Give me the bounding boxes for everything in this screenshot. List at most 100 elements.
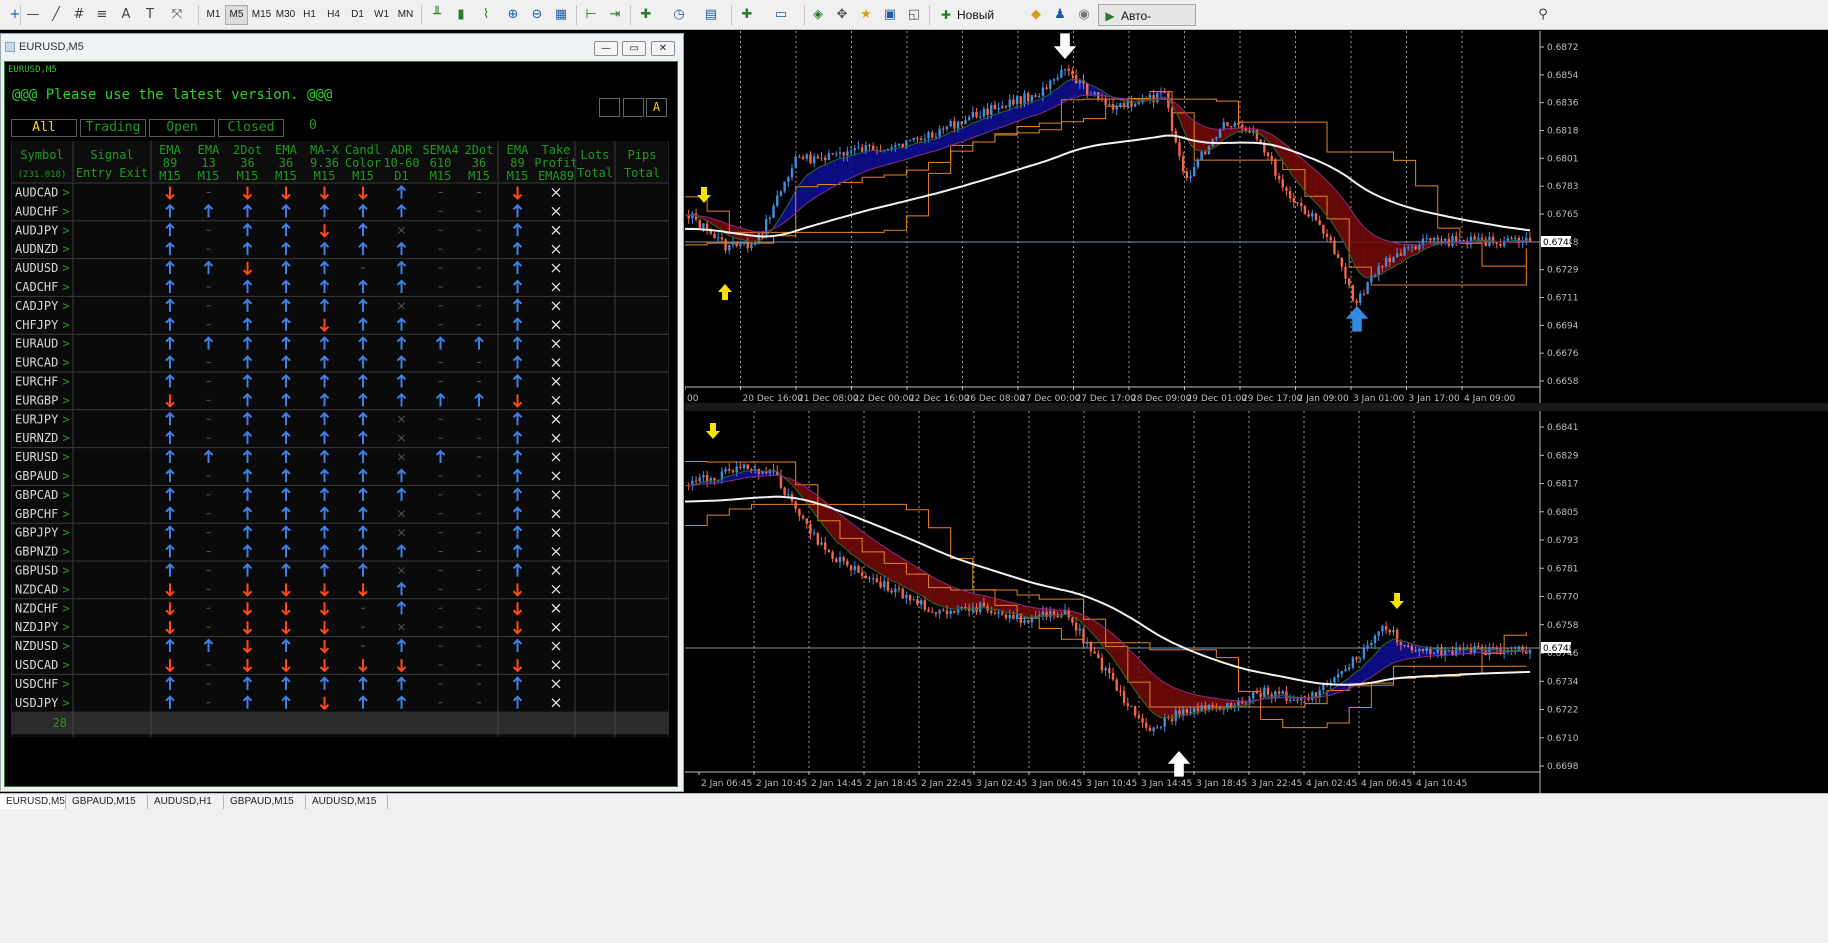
- close-x-icon[interactable]: [551, 641, 561, 651]
- close-x-icon[interactable]: [551, 244, 561, 254]
- close-x-icon[interactable]: [551, 528, 561, 538]
- timeframe-w1[interactable]: W1: [370, 5, 393, 25]
- zoom-in-icon[interactable]: ⊕: [504, 6, 522, 24]
- close-x-icon[interactable]: [551, 471, 561, 481]
- zoom-out-icon[interactable]: ⊖: [528, 6, 546, 24]
- metaeditor-icon[interactable]: ◆: [1027, 6, 1045, 24]
- timeframe-m1[interactable]: M1: [202, 5, 225, 25]
- new-chart-icon[interactable]: ✚: [738, 6, 756, 24]
- chart-top[interactable]: 0.6872 0.6854 0.6836 0.6818 0.6801 0.6783 0.67…: [684, 31, 1828, 409]
- close-x-icon[interactable]: [551, 206, 561, 216]
- line-chart-icon[interactable]: ⌇: [477, 6, 495, 24]
- close-x-icon[interactable]: [551, 358, 561, 368]
- terminal-icon[interactable]: ▣: [881, 6, 899, 24]
- search-icon[interactable]: ⚲: [1534, 6, 1552, 24]
- up-arrow-icon: [281, 374, 291, 388]
- navigator-icon[interactable]: ✥: [833, 6, 851, 24]
- chart-bottom[interactable]: 0.6841 0.6829 0.6817 0.6805 0.6793 0.6781 0.67…: [684, 411, 1828, 794]
- close-x-icon[interactable]: [551, 490, 561, 500]
- candle-body: [1288, 190, 1292, 199]
- new-order-button[interactable]: ✚ Новый ордер: [935, 4, 1027, 44]
- grid-icon[interactable]: #: [70, 6, 88, 24]
- candle-body: [827, 153, 831, 161]
- timeframe-h4[interactable]: H4: [322, 5, 345, 25]
- close-x-icon[interactable]: [551, 565, 561, 575]
- indicators-icon[interactable]: ✚: [637, 6, 655, 24]
- close-x-icon[interactable]: [551, 622, 561, 632]
- panel-square-button-1[interactable]: [599, 98, 620, 117]
- trendline-icon[interactable]: ╱: [47, 6, 65, 24]
- chart-top-plot[interactable]: 0.6872 0.6854 0.6836 0.6818 0.6801 0.6783 0.67…: [684, 31, 1828, 409]
- close-x-icon[interactable]: [551, 282, 561, 292]
- chart-tab-2[interactable]: GBPAUD,M15: [66, 795, 148, 809]
- close-x-icon[interactable]: [551, 395, 561, 405]
- close-x-icon[interactable]: [551, 698, 561, 708]
- shapes-dropdown-icon[interactable]: ⤧: [168, 6, 186, 24]
- dashboard-titlebar[interactable]: EURUSD,M5 — ▭ ✕: [1, 34, 683, 62]
- filter-tab-closed[interactable]: Closed: [218, 119, 284, 137]
- strategy-tester-icon[interactable]: ◱: [905, 6, 923, 24]
- chart-shift-icon[interactable]: ⊢: [582, 6, 600, 24]
- close-x-icon[interactable]: [551, 376, 561, 386]
- close-x-icon[interactable]: [551, 660, 561, 670]
- row-expand-icon: >: [62, 545, 69, 559]
- close-x-icon[interactable]: [551, 339, 561, 349]
- close-x-icon[interactable]: [551, 584, 561, 594]
- timeframe-mn[interactable]: MN: [394, 5, 417, 25]
- close-x-icon[interactable]: [551, 320, 561, 330]
- close-x-icon[interactable]: [551, 452, 561, 462]
- close-x-icon[interactable]: [551, 679, 561, 689]
- autoscroll-icon[interactable]: ⇥: [606, 6, 624, 24]
- chart-bottom-plot[interactable]: 0.6841 0.6829 0.6817 0.6805 0.6793 0.6781 0.67…: [684, 411, 1828, 794]
- close-x-icon[interactable]: [551, 225, 561, 235]
- chart-tab-4[interactable]: GBPAUD,M15: [224, 795, 306, 809]
- close-button[interactable]: ✕: [651, 41, 675, 56]
- filter-tab-all[interactable]: All: [11, 119, 77, 137]
- timeframe-d1[interactable]: D1: [346, 5, 369, 25]
- up-arrow-icon: [396, 392, 407, 407]
- panel-a-button[interactable]: A: [646, 98, 667, 117]
- market-watch-icon[interactable]: ◈: [809, 6, 827, 24]
- close-x-icon[interactable]: [551, 547, 561, 557]
- timeframe-h1[interactable]: H1: [298, 5, 321, 25]
- close-x-icon[interactable]: [551, 301, 561, 311]
- close-x-icon[interactable]: [551, 263, 561, 273]
- up-arrow-icon: [281, 676, 291, 690]
- close-x-icon[interactable]: [551, 433, 561, 443]
- radio-icon[interactable]: ◉: [1075, 6, 1093, 24]
- timeframe-m5[interactable]: M5: [225, 5, 248, 25]
- crosshair-icon[interactable]: +: [6, 6, 24, 24]
- fibonacci-icon[interactable]: ≡: [93, 6, 111, 24]
- candlestick-icon[interactable]: ▮: [452, 6, 470, 24]
- up-arrow-icon: [396, 544, 407, 558]
- candle-body: [1211, 704, 1214, 707]
- maximize-button[interactable]: ▭: [622, 41, 646, 56]
- signals-icon[interactable]: ♟: [1051, 6, 1069, 24]
- horizontal-line-icon[interactable]: —: [24, 6, 42, 24]
- filter-tab-open[interactable]: Open: [149, 119, 215, 137]
- autotrading-button[interactable]: ▶ Авто-торговля: [1098, 4, 1196, 45]
- minimize-button[interactable]: —: [594, 41, 618, 56]
- trend-ribbon-segment: [899, 556, 903, 587]
- bar-chart-icon[interactable]: ╨: [428, 6, 446, 24]
- profiles-icon[interactable]: ▭: [772, 6, 790, 24]
- close-x-icon[interactable]: [551, 603, 561, 613]
- periods-icon[interactable]: ◷: [670, 6, 688, 24]
- templates-icon[interactable]: ▤: [702, 6, 720, 24]
- price-label: 0.6781: [1547, 564, 1579, 574]
- close-x-icon[interactable]: [551, 187, 561, 197]
- favorites-icon[interactable]: ★: [857, 6, 875, 24]
- text-label-icon[interactable]: T: [141, 6, 159, 24]
- timeframe-m15[interactable]: M15: [250, 5, 273, 25]
- chart-tab-1[interactable]: EURUSD,M5: [0, 795, 66, 809]
- close-x-icon[interactable]: [551, 414, 561, 424]
- tile-windows-icon[interactable]: ▦: [552, 6, 570, 24]
- chart-tab-5[interactable]: AUDUSD,M15: [306, 795, 388, 809]
- text-icon[interactable]: A: [117, 6, 135, 24]
- chart-tab-3[interactable]: AUDUSD,H1: [148, 795, 224, 809]
- candle-body: [1274, 159, 1277, 177]
- filter-tab-trading[interactable]: Trading: [80, 119, 146, 137]
- timeframe-m30[interactable]: M30: [274, 5, 297, 25]
- panel-square-button-2[interactable]: [623, 98, 644, 117]
- close-x-icon[interactable]: [551, 509, 561, 519]
